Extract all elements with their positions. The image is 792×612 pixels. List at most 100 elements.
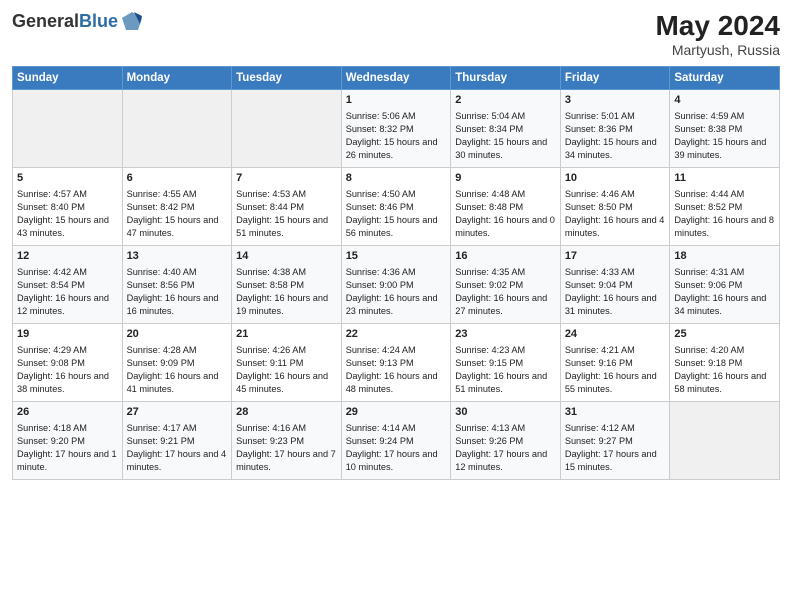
sunrise-text: Sunrise: 4:31 AM: [674, 266, 775, 279]
day-number: 23: [455, 327, 556, 342]
sunset-text: Sunset: 8:34 PM: [455, 123, 556, 136]
day-cell: [670, 402, 780, 480]
sunrise-text: Sunrise: 4:21 AM: [565, 344, 666, 357]
daylight-text: Daylight: 16 hours and 34 minutes.: [674, 292, 775, 318]
daylight-text: Daylight: 15 hours and 30 minutes.: [455, 136, 556, 162]
sunrise-text: Sunrise: 4:42 AM: [17, 266, 118, 279]
sunset-text: Sunset: 8:56 PM: [127, 279, 228, 292]
day-cell: 7Sunrise: 4:53 AMSunset: 8:44 PMDaylight…: [232, 168, 342, 246]
daylight-text: Daylight: 15 hours and 51 minutes.: [236, 214, 337, 240]
sunrise-text: Sunrise: 4:17 AM: [127, 422, 228, 435]
sunrise-text: Sunrise: 4:18 AM: [17, 422, 118, 435]
day-number: 8: [346, 171, 447, 186]
month-year: May 2024: [655, 10, 780, 42]
logo-blue: Blue: [79, 11, 118, 31]
daylight-text: Daylight: 17 hours and 10 minutes.: [346, 448, 447, 474]
sunrise-text: Sunrise: 4:33 AM: [565, 266, 666, 279]
sunrise-text: Sunrise: 4:59 AM: [674, 110, 775, 123]
day-cell: 21Sunrise: 4:26 AMSunset: 9:11 PMDayligh…: [232, 324, 342, 402]
sunset-text: Sunset: 8:36 PM: [565, 123, 666, 136]
sunset-text: Sunset: 9:02 PM: [455, 279, 556, 292]
header: GeneralBlue May 2024 Martyush, Russia: [12, 10, 780, 58]
daylight-text: Daylight: 17 hours and 7 minutes.: [236, 448, 337, 474]
sunset-text: Sunset: 8:32 PM: [346, 123, 447, 136]
daylight-text: Daylight: 17 hours and 4 minutes.: [127, 448, 228, 474]
logo-text-block: GeneralBlue: [12, 10, 144, 34]
day-cell: 26Sunrise: 4:18 AMSunset: 9:20 PMDayligh…: [13, 402, 123, 480]
sunrise-text: Sunrise: 4:12 AM: [565, 422, 666, 435]
sunset-text: Sunset: 9:13 PM: [346, 357, 447, 370]
day-cell: 22Sunrise: 4:24 AMSunset: 9:13 PMDayligh…: [341, 324, 451, 402]
day-number: 19: [17, 327, 118, 342]
daylight-text: Daylight: 16 hours and 51 minutes.: [455, 370, 556, 396]
sunrise-text: Sunrise: 4:14 AM: [346, 422, 447, 435]
day-cell: 16 Sunrise: 4:35 AMSunset: 9:02 PMDayligh…: [451, 246, 561, 324]
day-number: 29: [346, 405, 447, 420]
sunset-text: Sunset: 9:16 PM: [565, 357, 666, 370]
daylight-text: Daylight: 16 hours and 27 minutes.: [455, 292, 556, 318]
sunset-text: Sunset: 8:42 PM: [127, 201, 228, 214]
day-number: 9: [455, 171, 556, 186]
col-tuesday: Tuesday: [232, 67, 342, 90]
sunrise-text: Sunrise: 4:40 AM: [127, 266, 228, 279]
day-number: 10: [565, 171, 666, 186]
day-number: 12: [17, 249, 118, 264]
day-cell: 3Sunrise: 5:01 AMSunset: 8:36 PMDaylight…: [560, 90, 670, 168]
sunrise-text: Sunrise: 4:44 AM: [674, 188, 775, 201]
day-cell: 9Sunrise: 4:48 AMSunset: 8:48 PMDaylight…: [451, 168, 561, 246]
day-number: 24: [565, 327, 666, 342]
sunset-text: Sunset: 8:58 PM: [236, 279, 337, 292]
header-row: Sunday Monday Tuesday Wednesday Thursday…: [13, 67, 780, 90]
day-number: 14: [236, 249, 337, 264]
location: Martyush, Russia: [655, 42, 780, 58]
sunset-text: Sunset: 8:44 PM: [236, 201, 337, 214]
sunrise-text: Sunrise: 4:46 AM: [565, 188, 666, 201]
day-number: 27: [127, 405, 228, 420]
daylight-text: Daylight: 15 hours and 34 minutes.: [565, 136, 666, 162]
col-sunday: Sunday: [13, 67, 123, 90]
sunset-text: Sunset: 9:08 PM: [17, 357, 118, 370]
sunrise-text: Sunrise: 4:35 AM: [455, 266, 556, 279]
week-row-2: 5Sunrise: 4:57 AMSunset: 8:40 PMDaylight…: [13, 168, 780, 246]
sunset-text: Sunset: 8:50 PM: [565, 201, 666, 214]
sunset-text: Sunset: 9:20 PM: [17, 435, 118, 448]
daylight-text: Daylight: 16 hours and 12 minutes.: [17, 292, 118, 318]
daylight-text: Daylight: 15 hours and 43 minutes.: [17, 214, 118, 240]
sunset-text: Sunset: 9:18 PM: [674, 357, 775, 370]
day-cell: 14Sunrise: 4:38 AMSunset: 8:58 PMDayligh…: [232, 246, 342, 324]
sunrise-text: Sunrise: 4:38 AM: [236, 266, 337, 279]
day-number: 21: [236, 327, 337, 342]
day-number: 28: [236, 405, 337, 420]
sunset-text: Sunset: 9:23 PM: [236, 435, 337, 448]
day-cell: 18Sunrise: 4:31 AMSunset: 9:06 PMDayligh…: [670, 246, 780, 324]
week-row-1: 1Sunrise: 5:06 AMSunset: 8:32 PMDaylight…: [13, 90, 780, 168]
daylight-text: Daylight: 16 hours and 41 minutes.: [127, 370, 228, 396]
sunset-text: Sunset: 9:00 PM: [346, 279, 447, 292]
day-cell: 24Sunrise: 4:21 AMSunset: 9:16 PMDayligh…: [560, 324, 670, 402]
sunset-text: Sunset: 9:21 PM: [127, 435, 228, 448]
sunrise-text: Sunrise: 4:20 AM: [674, 344, 775, 357]
logo-general: General: [12, 11, 79, 31]
day-cell: 20Sunrise: 4:28 AMSunset: 9:09 PMDayligh…: [122, 324, 232, 402]
daylight-text: Daylight: 16 hours and 23 minutes.: [346, 292, 447, 318]
sunset-text: Sunset: 9:24 PM: [346, 435, 447, 448]
day-number: 5: [17, 171, 118, 186]
sunrise-text: Sunrise: 4:48 AM: [455, 188, 556, 201]
day-number: 6: [127, 171, 228, 186]
day-number: 3: [565, 93, 666, 108]
sunset-text: Sunset: 9:26 PM: [455, 435, 556, 448]
daylight-text: Daylight: 16 hours and 45 minutes.: [236, 370, 337, 396]
sunset-text: Sunset: 9:11 PM: [236, 357, 337, 370]
day-cell: 1Sunrise: 5:06 AMSunset: 8:32 PMDaylight…: [341, 90, 451, 168]
daylight-text: Daylight: 16 hours and 31 minutes.: [565, 292, 666, 318]
day-number: 13: [127, 249, 228, 264]
daylight-text: Daylight: 17 hours and 15 minutes.: [565, 448, 666, 474]
week-row-5: 26 Sunrise: 4:18 AMSunset: 9:20 PM Dayligh…: [13, 402, 780, 480]
day-number: 26: [17, 405, 118, 420]
day-number: 16: [455, 249, 556, 264]
sunrise-text: Sunrise: 4:28 AM: [127, 344, 228, 357]
logo-icon: [120, 10, 144, 34]
day-number: 7: [236, 171, 337, 186]
day-cell: [232, 90, 342, 168]
sunset-text: Sunset: 8:52 PM: [674, 201, 775, 214]
